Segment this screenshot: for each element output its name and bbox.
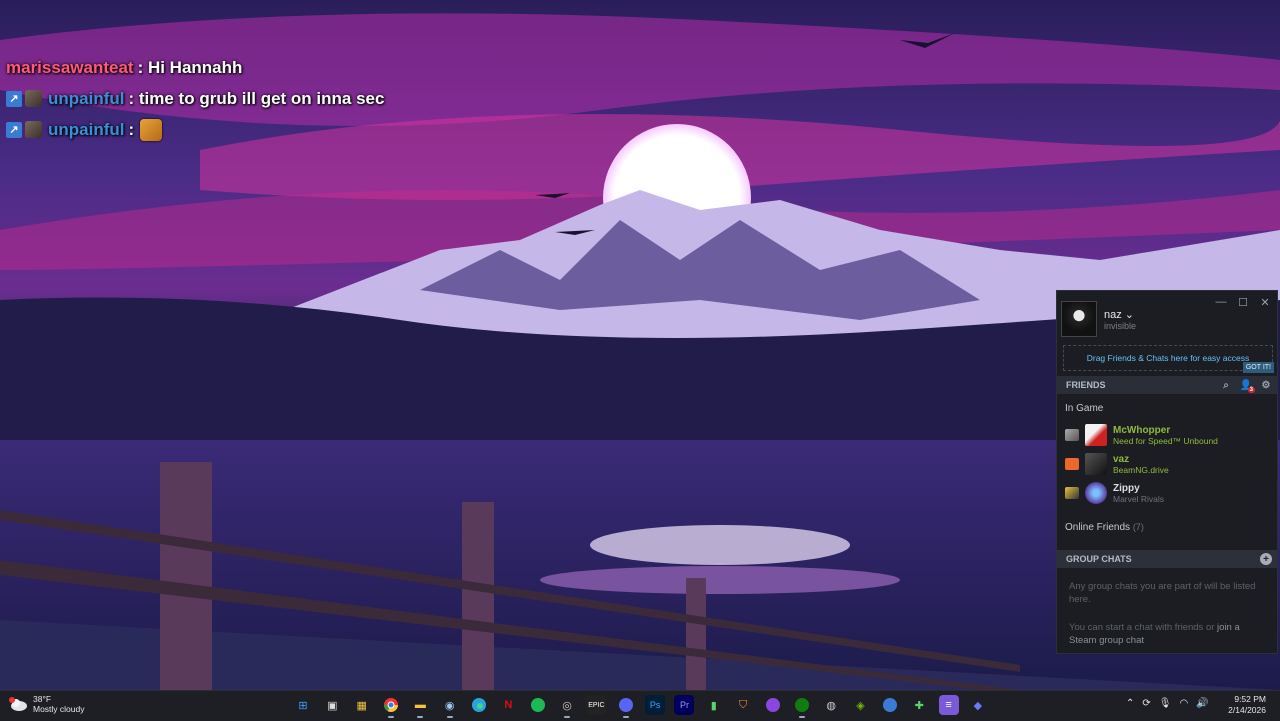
profile-name[interactable]: naz ⌄ bbox=[1104, 308, 1136, 321]
got-it-button[interactable]: GOT IT! bbox=[1242, 362, 1274, 373]
notification-count: 3 bbox=[1247, 387, 1255, 393]
prime-badge-icon: ↗ bbox=[6, 90, 22, 107]
stream-chat-overlay: marissawanteat : Hi Hannahh ↗ unpainful … bbox=[6, 52, 384, 145]
friend-item[interactable]: Zippy Marvel Rivals bbox=[1065, 482, 1164, 504]
chat-message: marissawanteat : Hi Hannahh bbox=[6, 52, 384, 83]
profile-status: invisible bbox=[1104, 320, 1137, 331]
avatar bbox=[1085, 482, 1107, 504]
game-icon bbox=[1065, 487, 1079, 499]
vpn-shield-icon[interactable]: ⛉ bbox=[733, 695, 753, 715]
friend-name: McWhopper bbox=[1113, 424, 1171, 436]
chat-text: : Hi Hannahh bbox=[137, 57, 243, 77]
volume-icon[interactable]: 🔊 bbox=[1196, 698, 1208, 709]
avatar bbox=[1085, 424, 1107, 446]
spotify-icon[interactable] bbox=[528, 695, 548, 715]
system-clock[interactable]: 9:52 PM 2/14/2026 bbox=[1228, 694, 1266, 716]
online-friends-count: (7) bbox=[1132, 522, 1144, 532]
system-tray: ⌃ ⟳ 🎙 ◠ 🔊 bbox=[1126, 698, 1209, 709]
taskbar-apps: ⊞ ▣ ▦ ▬ ◉ N ◎ EPIC Ps Pr ▮ ⛉ ◍ ◈ ✚ ≡ ◆ bbox=[293, 695, 997, 718]
steam-icon[interactable]: ◉ bbox=[440, 695, 460, 718]
wifi-icon[interactable]: ◠ bbox=[1179, 698, 1188, 709]
browser-alt-icon[interactable]: ◍ bbox=[821, 695, 841, 715]
xbox-icon[interactable] bbox=[792, 695, 812, 718]
file-explorer-icon[interactable]: ▬ bbox=[410, 695, 430, 718]
chat-text: : time to grub ill get on inna sec bbox=[128, 88, 385, 108]
friend-name: vaz bbox=[1113, 453, 1130, 465]
task-view-icon[interactable]: ▣ bbox=[322, 695, 342, 715]
close-icon[interactable]: ✕ bbox=[1257, 294, 1273, 310]
online-friends-label[interactable]: Online Friends (7) bbox=[1065, 522, 1144, 533]
clock-time: 9:52 PM bbox=[1234, 694, 1266, 704]
windows-start-icon[interactable]: ⊞ bbox=[293, 695, 313, 715]
friend-game: Marvel Rivals bbox=[1113, 493, 1165, 504]
stats-icon[interactable]: ▮ bbox=[704, 695, 724, 715]
in-game-label: In Game bbox=[1065, 403, 1104, 414]
qbittorrent-icon[interactable] bbox=[880, 695, 900, 715]
clock-date: 2/14/2026 bbox=[1228, 705, 1266, 715]
group-chats-empty-text: Any group chats you are part of will be … bbox=[1069, 581, 1256, 605]
group-chats-label: GROUP CHATS bbox=[1066, 554, 1132, 564]
steam-friends-window: — ☐ ✕ naz ⌄ invisible Drag Friends & Cha… bbox=[1056, 290, 1278, 654]
avatar[interactable] bbox=[1061, 301, 1097, 337]
user-profile[interactable]: naz ⌄ invisible bbox=[1061, 301, 1136, 337]
edge-icon[interactable] bbox=[469, 695, 489, 715]
friend-game: BeamNG.drive bbox=[1113, 464, 1169, 475]
friend-game: Need for Speed™ Unbound bbox=[1113, 435, 1218, 446]
chat-username[interactable]: marissawanteat bbox=[6, 58, 134, 78]
photoshop-icon[interactable]: Ps bbox=[645, 695, 666, 715]
chrome-icon[interactable] bbox=[381, 695, 401, 718]
obs-icon[interactable]: ◎ bbox=[557, 695, 577, 718]
chat-text: : bbox=[128, 119, 135, 139]
chat-username[interactable]: unpainful bbox=[48, 89, 124, 109]
nvidia-icon[interactable]: ◈ bbox=[851, 695, 871, 715]
settings-icon[interactable]: ⚙ bbox=[1260, 379, 1272, 391]
notes-icon[interactable]: ≡ bbox=[938, 695, 959, 715]
premiere-icon[interactable]: Pr bbox=[674, 695, 695, 715]
taskbar: 38°F Mostly cloudy ⊞ ▣ ▦ ▬ ◉ N ◎ EPIC Ps… bbox=[0, 690, 1280, 721]
online-friends-text: Online Friends bbox=[1065, 522, 1131, 533]
chat-username[interactable]: unpainful bbox=[48, 120, 124, 140]
weather-condition: Mostly cloudy bbox=[33, 704, 85, 714]
friend-item[interactable]: McWhopper Need for Speed™ Unbound bbox=[1065, 424, 1218, 446]
epic-games-icon[interactable]: EPIC bbox=[586, 695, 607, 715]
chat-message: ↗ unpainful : time to grub ill get on in… bbox=[6, 83, 384, 114]
chat-emote-icon bbox=[140, 118, 163, 141]
search-icon[interactable]: ⌕ bbox=[1220, 379, 1232, 391]
group-start-prefix: You can start a chat with friends or bbox=[1069, 622, 1218, 633]
friends-section-header[interactable]: FRIENDS ⌕ 👤 3 ⚙ bbox=[1057, 376, 1277, 394]
add-group-icon[interactable]: + bbox=[1260, 553, 1272, 565]
minimize-icon[interactable]: — bbox=[1213, 294, 1229, 310]
user-badge-icon bbox=[25, 90, 42, 107]
game-icon bbox=[1065, 429, 1079, 441]
streaming-app-icon[interactable] bbox=[763, 695, 783, 715]
add-friend-icon[interactable]: 👤 3 bbox=[1240, 379, 1255, 393]
avatar bbox=[1085, 453, 1107, 475]
weather-cloud-icon bbox=[8, 696, 28, 712]
group-chats-header[interactable]: GROUP CHATS + bbox=[1057, 550, 1277, 568]
microphone-icon[interactable]: 🎙 bbox=[1159, 698, 1172, 709]
friend-name: Zippy bbox=[1113, 482, 1140, 494]
user-badge-icon bbox=[25, 121, 42, 138]
prime-badge-icon: ↗ bbox=[6, 121, 22, 138]
friend-item[interactable]: vaz BeamNG.drive bbox=[1065, 453, 1169, 475]
maximize-icon[interactable]: ☐ bbox=[1235, 294, 1251, 310]
chat-message: ↗ unpainful : bbox=[6, 114, 384, 145]
friends-header-label: FRIENDS bbox=[1066, 380, 1106, 390]
weather-temp: 38°F bbox=[33, 694, 52, 704]
microsoft-store-icon[interactable]: ▦ bbox=[352, 695, 372, 715]
netflix-icon[interactable]: N bbox=[498, 695, 518, 715]
game-editor-icon[interactable]: ✚ bbox=[909, 695, 929, 715]
window-controls: — ☐ ✕ bbox=[1213, 294, 1273, 310]
game-icon bbox=[1065, 458, 1079, 470]
tray-overflow-icon[interactable]: ⌃ bbox=[1126, 698, 1134, 709]
drag-hint-area[interactable]: Drag Friends & Chats here for easy acces… bbox=[1063, 345, 1273, 371]
media-app-icon[interactable]: ◆ bbox=[968, 695, 988, 715]
discord-icon[interactable] bbox=[616, 695, 636, 718]
sync-icon[interactable]: ⟳ bbox=[1142, 698, 1150, 709]
group-chats-start-text: You can start a chat with friends or joi… bbox=[1069, 621, 1265, 647]
weather-widget[interactable]: 38°F Mostly cloudy bbox=[8, 694, 85, 714]
